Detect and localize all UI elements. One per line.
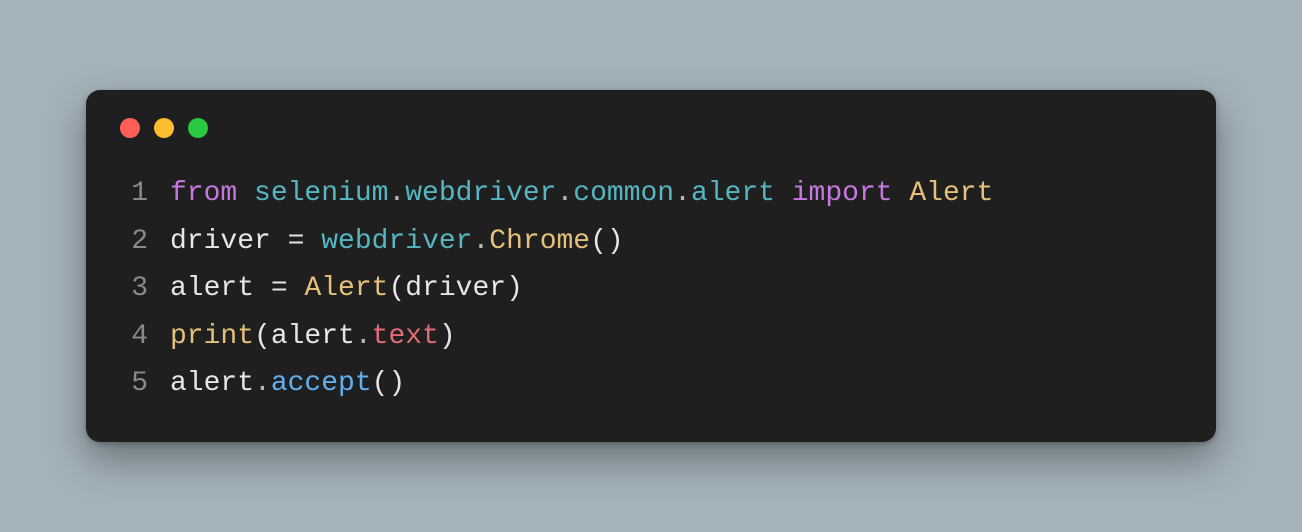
code-token: webdriver bbox=[405, 178, 556, 209]
code-token: common bbox=[573, 178, 674, 209]
code-token: ( bbox=[254, 321, 271, 352]
code-token: () bbox=[590, 226, 624, 257]
code-token: from bbox=[170, 178, 254, 209]
code-token: selenium bbox=[254, 178, 388, 209]
line-number: 4 bbox=[114, 313, 148, 361]
code-window: 1from selenium.webdriver.common.alert im… bbox=[86, 90, 1216, 442]
line-content: alert.accept() bbox=[170, 360, 405, 408]
zoom-icon[interactable] bbox=[188, 118, 208, 138]
code-token: accept bbox=[271, 368, 372, 399]
line-number: 5 bbox=[114, 360, 148, 408]
code-line: 4 print(alert.text) bbox=[114, 313, 1188, 361]
line-content: driver = webdriver.Chrome() bbox=[170, 218, 624, 266]
code-token: alert bbox=[170, 273, 254, 304]
code-block: 1from selenium.webdriver.common.alert im… bbox=[114, 170, 1188, 408]
code-line: 2 driver = webdriver.Chrome() bbox=[114, 218, 1188, 266]
code-token: print bbox=[170, 321, 254, 352]
code-token: alert bbox=[271, 321, 355, 352]
code-token: . bbox=[355, 321, 372, 352]
line-content: alert = Alert(driver) bbox=[170, 265, 523, 313]
line-content: print(alert.text) bbox=[170, 313, 456, 361]
code-token: . bbox=[254, 368, 271, 399]
code-token: . bbox=[388, 178, 405, 209]
line-content: from selenium.webdriver.common.alert imp… bbox=[170, 170, 993, 218]
line-number: 2 bbox=[114, 218, 148, 266]
code-token: ( bbox=[388, 273, 405, 304]
line-number: 1 bbox=[114, 170, 148, 218]
code-token: alert bbox=[691, 178, 775, 209]
code-line: 5 alert.accept() bbox=[114, 360, 1188, 408]
code-token: webdriver bbox=[321, 226, 472, 257]
traffic-lights bbox=[114, 118, 1188, 138]
code-token: text bbox=[372, 321, 439, 352]
code-token: () bbox=[372, 368, 406, 399]
code-token: ) bbox=[506, 273, 523, 304]
code-token: driver bbox=[170, 226, 271, 257]
code-token: ) bbox=[439, 321, 456, 352]
code-token: = bbox=[271, 226, 321, 257]
code-token: Chrome bbox=[489, 226, 590, 257]
code-token: Alert bbox=[304, 273, 388, 304]
code-token: driver bbox=[405, 273, 506, 304]
code-token: . bbox=[674, 178, 691, 209]
code-token: . bbox=[556, 178, 573, 209]
code-token: . bbox=[472, 226, 489, 257]
code-token: alert bbox=[170, 368, 254, 399]
code-line: 3 alert = Alert(driver) bbox=[114, 265, 1188, 313]
code-token: import bbox=[775, 178, 909, 209]
code-token: Alert bbox=[909, 178, 993, 209]
code-token: = bbox=[254, 273, 304, 304]
line-number: 3 bbox=[114, 265, 148, 313]
close-icon[interactable] bbox=[120, 118, 140, 138]
minimize-icon[interactable] bbox=[154, 118, 174, 138]
code-line: 1from selenium.webdriver.common.alert im… bbox=[114, 170, 1188, 218]
